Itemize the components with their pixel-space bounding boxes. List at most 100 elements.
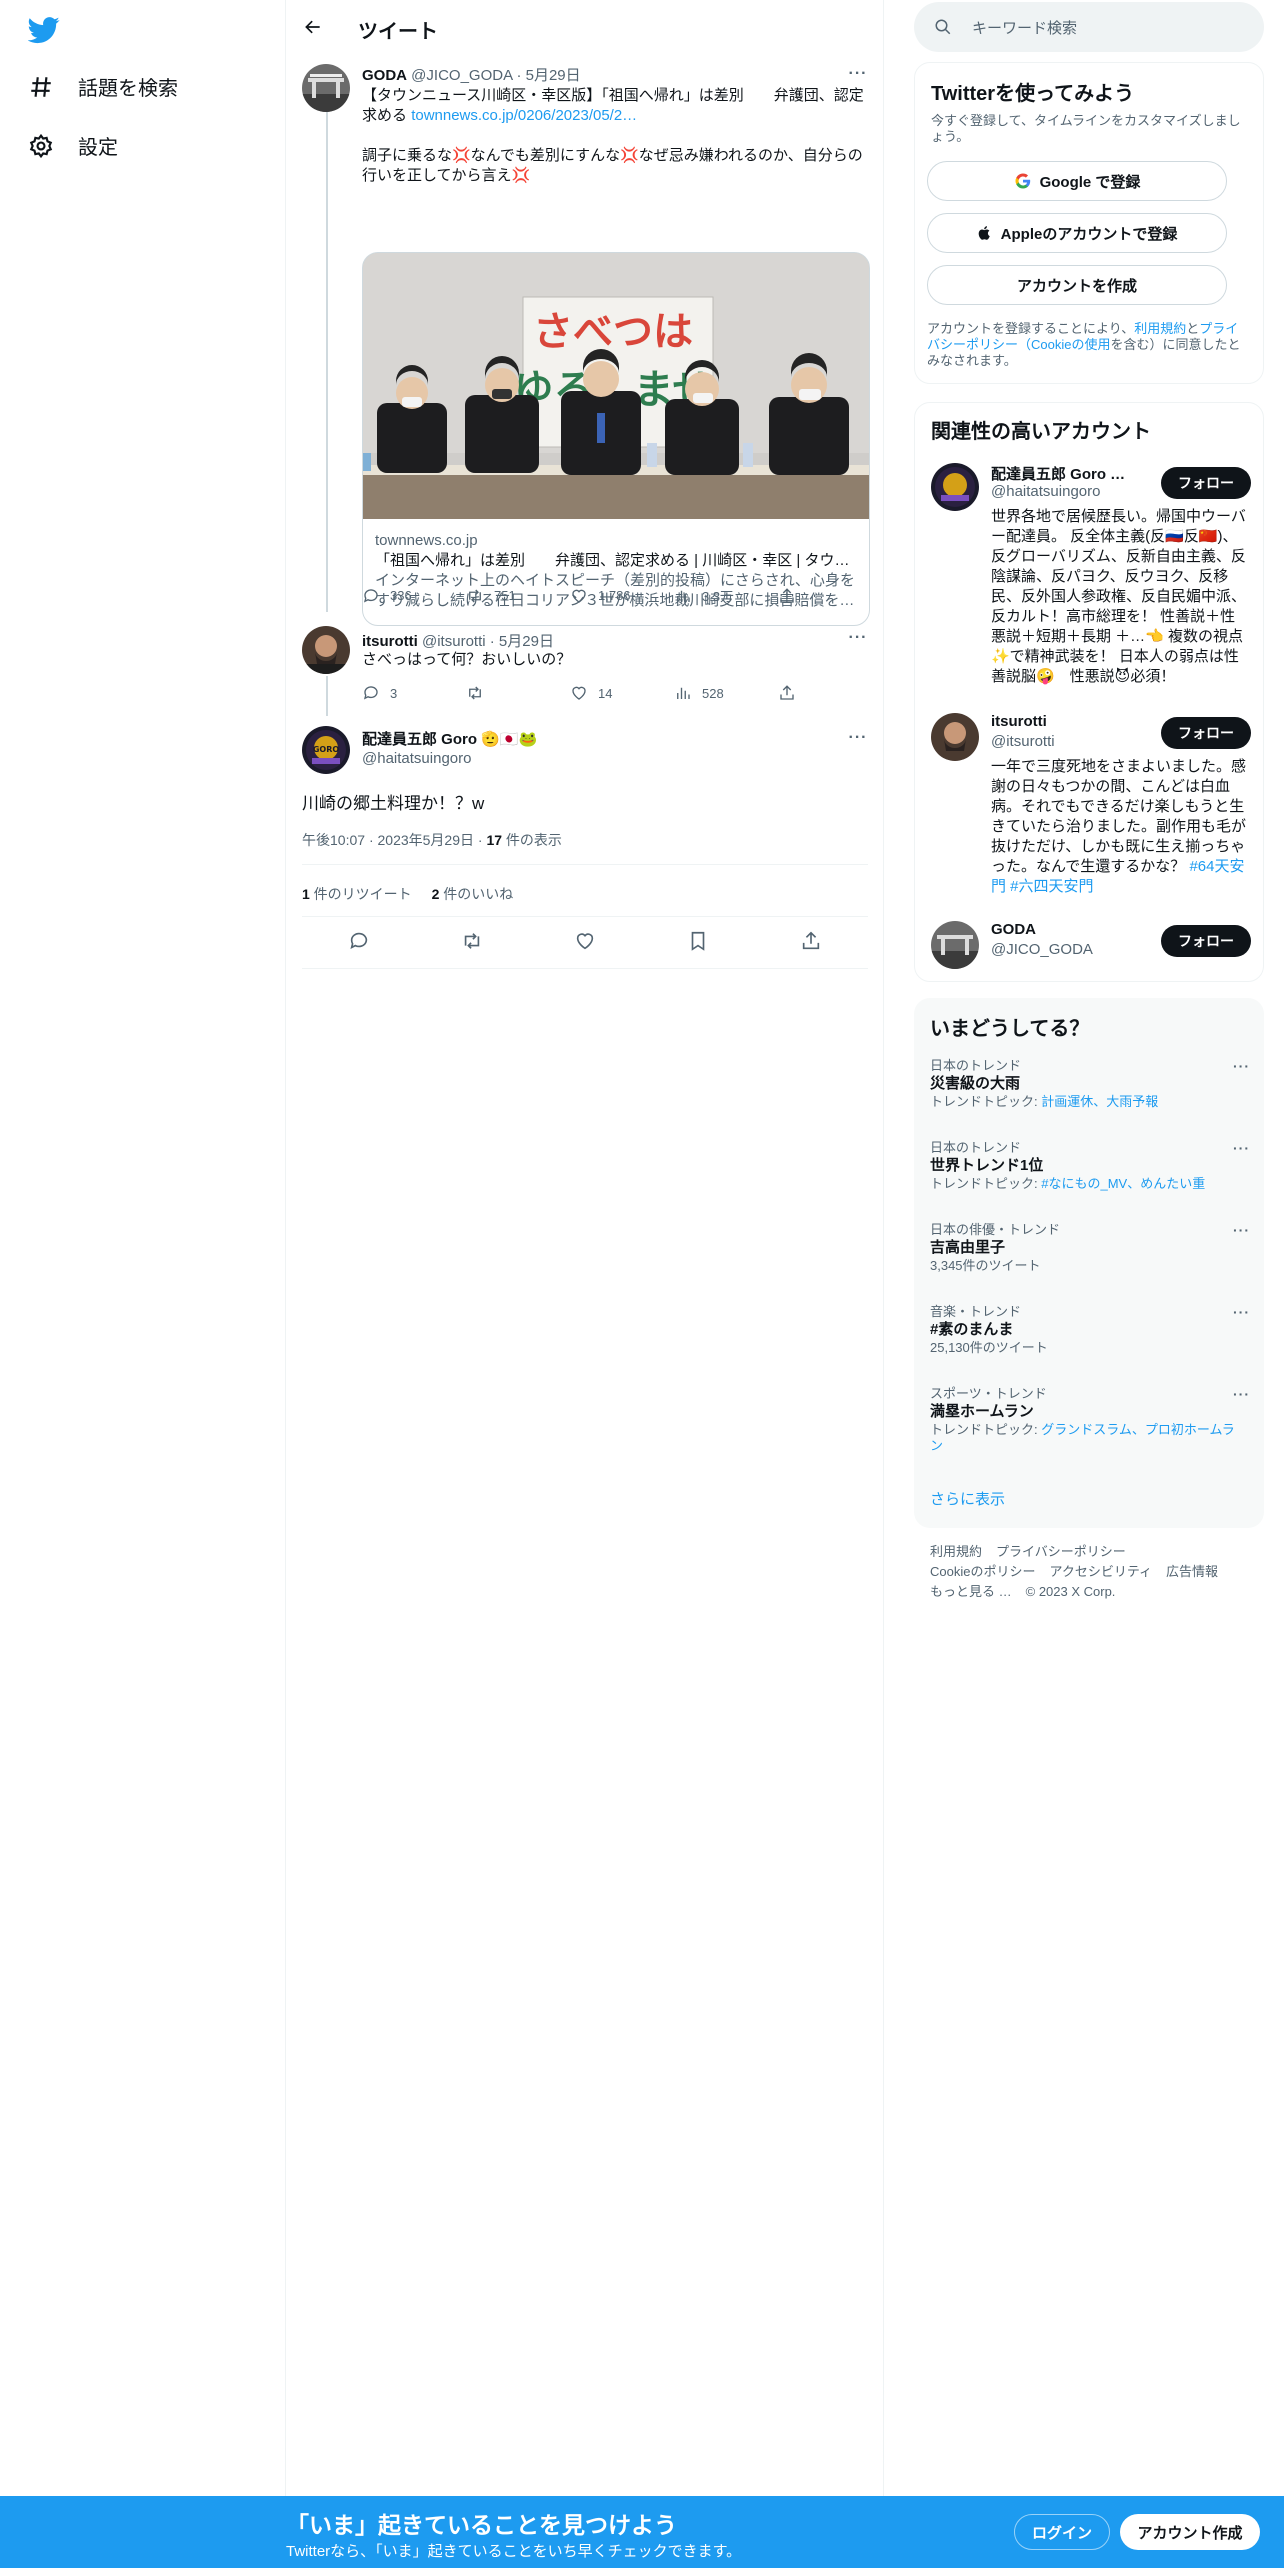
share-button[interactable] xyxy=(778,684,808,702)
nav-settings[interactable]: 設定 xyxy=(28,131,118,160)
follow-button[interactable]: フォロー xyxy=(1161,467,1251,499)
author-handle[interactable]: @haitatsuingoro xyxy=(362,750,471,767)
tweet-date[interactable]: 5月29日 xyxy=(499,633,554,650)
tweet-header: GODA @JICO_GODA · 5月29日 xyxy=(362,64,581,85)
trend-topics-link[interactable]: #なにもの_MV、めんたい重 xyxy=(1041,1176,1205,1191)
avatar[interactable] xyxy=(931,713,979,761)
trend-item[interactable]: スポーツ・トレンド 満塁ホームラン トレンドトピック: グランドスラム、プロ初ホ… xyxy=(930,1386,1250,1454)
terms-link[interactable]: 利用規約 xyxy=(1134,321,1186,336)
reply-button[interactable]: 336 xyxy=(362,587,466,605)
reply-count: 336 xyxy=(390,588,412,603)
trend-item[interactable]: 日本のトレンド 世界トレンド1位 トレンドトピック: #なにもの_MV、めんたい… xyxy=(930,1140,1250,1192)
search-input[interactable]: キーワード検索 xyxy=(914,2,1264,52)
account-name: 配達員五郎 Goro 🫡🇯🇵🐸 xyxy=(991,466,1141,483)
trend-item[interactable]: 日本のトレンド 災害級の大雨 トレンドトピック: 計画運休、大雨予報 ··· xyxy=(930,1058,1250,1110)
tweet-time[interactable]: 午後10:07 xyxy=(302,832,365,848)
share-icon[interactable] xyxy=(800,930,822,952)
reply-button[interactable]: 3 xyxy=(362,684,466,702)
retweet-icon[interactable] xyxy=(461,930,483,952)
right-sidebar: キーワード検索 Twitterを使ってみよう 今すぐ登録して、タイムラインをカス… xyxy=(884,0,1284,2568)
footer-cookie-link[interactable]: Cookieのポリシー xyxy=(930,1564,1035,1579)
bottom-signup-bar: 「いま」起きていることを見つけよう Twitterなら、「いま」起きていることを… xyxy=(0,2496,1284,2568)
share-button[interactable] xyxy=(778,587,808,605)
author-handle[interactable]: @JICO_GODA xyxy=(411,67,512,84)
like-stat[interactable]: 2 件のいいね xyxy=(432,886,514,902)
google-signup-button[interactable]: Google で登録 xyxy=(927,161,1227,201)
create-account-button[interactable]: アカウントを作成 xyxy=(927,265,1227,305)
more-icon[interactable]: ··· xyxy=(848,64,868,84)
heart-icon[interactable] xyxy=(574,930,596,952)
back-button[interactable] xyxy=(300,14,326,40)
tweet-reply[interactable]: itsurotti @itsurotti · 5月29日 ··· さべっはって何… xyxy=(286,620,884,716)
like-button[interactable]: 1,786 xyxy=(570,587,674,605)
share-icon xyxy=(780,587,794,603)
account-name: GODA xyxy=(991,921,1036,938)
share-icon xyxy=(780,685,794,700)
signup-button[interactable]: アカウント作成 xyxy=(1120,2514,1260,2550)
twitter-logo-icon[interactable] xyxy=(28,14,60,46)
more-icon[interactable]: ··· xyxy=(1233,1222,1250,1238)
more-icon[interactable]: ··· xyxy=(1233,1386,1250,1402)
related-account[interactable]: GODA @JICO_GODA フォロー xyxy=(931,921,1251,971)
tweet-date[interactable]: 2023年5月29日 xyxy=(378,832,475,848)
views-button[interactable]: 3.3万 xyxy=(674,586,778,605)
more-icon[interactable]: ··· xyxy=(848,628,868,648)
avatar[interactable] xyxy=(931,463,979,511)
more-icon[interactable]: ··· xyxy=(1233,1304,1250,1320)
follow-button[interactable]: フォロー xyxy=(1161,925,1251,957)
trend-topics-link[interactable]: 計画運休、大雨予報 xyxy=(1041,1094,1158,1109)
avatar-image xyxy=(931,713,979,761)
tweet-link[interactable]: townnews.co.jp/0206/2023/05/2… xyxy=(411,107,637,124)
views-count: 3.3万 xyxy=(702,589,734,604)
more-icon[interactable]: ··· xyxy=(848,728,868,748)
nav-explore-label: 話題を検索 xyxy=(78,78,178,100)
avatar[interactable] xyxy=(931,921,979,969)
tweet-date[interactable]: 5月29日 xyxy=(526,67,581,84)
show-more-link[interactable]: さらに表示 xyxy=(930,1488,1005,1509)
more-icon[interactable]: ··· xyxy=(1233,1140,1250,1156)
account-bio: 世界各地で居候歴長い。帰国中ウーバー配達員。 反全体主義(反🇷🇺反🇨🇳)、反グロ… xyxy=(991,508,1247,685)
bookmark-icon[interactable] xyxy=(687,930,709,952)
arrow-left-icon xyxy=(305,20,320,34)
footer-terms-link[interactable]: 利用規約 xyxy=(930,1544,982,1559)
follow-button[interactable]: フォロー xyxy=(1161,717,1251,749)
more-icon[interactable]: ··· xyxy=(1233,1058,1250,1074)
bottom-bar-subtitle: Twitterなら、「いま」起きていることをいち早くチェックできます。 xyxy=(286,2543,742,2560)
related-account[interactable]: 配達員五郎 Goro 🫡🇯🇵🐸 @haitatsuingoro フォロー 世界各… xyxy=(931,463,1251,693)
svg-text:さべつは: さべつは xyxy=(533,309,693,355)
tweet-text: さべっはって何？おいしいの？ xyxy=(362,651,572,668)
author-handle[interactable]: @itsurotti xyxy=(422,633,486,650)
trend-item[interactable]: 日本の俳優・トレンド 吉高由里子 3,345件のツイート ··· xyxy=(930,1222,1250,1274)
divider xyxy=(302,916,868,917)
avatar[interactable] xyxy=(302,626,350,674)
like-button[interactable]: 14 xyxy=(570,684,674,702)
link-card[interactable]: さべつは ゆるしませ xyxy=(362,252,870,626)
views-count: 528 xyxy=(702,685,724,701)
divider xyxy=(302,968,868,969)
account-bio: 一年で三度死地をさまよいました。感謝の日々もつかの間、こんどは白血病。それでもで… xyxy=(991,757,1247,897)
author-name[interactable]: 配達員五郎 Goro 🫡🇯🇵🐸 xyxy=(362,731,537,748)
avatar[interactable] xyxy=(302,64,350,112)
apple-signup-button[interactable]: Appleのアカウントで登録 xyxy=(927,213,1227,253)
retweet-button[interactable]: 751 xyxy=(466,587,570,605)
tweet-parent[interactable]: GODA @JICO_GODA · 5月29日 ··· 【タウンニュース川崎区・… xyxy=(286,54,884,626)
related-account[interactable]: itsurotti @itsurotti フォロー 一年で三度死地をさまよいまし… xyxy=(931,713,1251,903)
retweet-stat[interactable]: 1 件のリツイート xyxy=(302,886,412,902)
reply-icon[interactable] xyxy=(348,930,370,952)
trend-category: 日本のトレンド xyxy=(930,1140,1022,1155)
apple-signup-label: Appleのアカウントで登録 xyxy=(1000,225,1178,243)
author-name[interactable]: itsurotti xyxy=(362,633,418,650)
footer-more-link[interactable]: もっと見る … xyxy=(930,1584,1012,1599)
footer-privacy-link[interactable]: プライバシーポリシー xyxy=(996,1544,1126,1559)
views-button[interactable]: 528 xyxy=(674,684,778,702)
retweet-button[interactable] xyxy=(466,684,570,702)
nav-explore[interactable]: 話題を検索 xyxy=(28,72,178,101)
login-button[interactable]: ログイン xyxy=(1014,2514,1110,2550)
author-name[interactable]: GODA xyxy=(362,67,407,84)
avatar-image xyxy=(931,921,979,969)
footer-accessibility-link[interactable]: アクセシビリティ xyxy=(1049,1564,1152,1579)
trend-item[interactable]: 音楽・トレンド #素のまんま 25,130件のツイート ··· xyxy=(930,1304,1250,1356)
avatar[interactable]: GORO xyxy=(302,726,350,774)
footer-ads-link[interactable]: 広告情報 xyxy=(1166,1564,1218,1579)
divider xyxy=(302,864,868,865)
